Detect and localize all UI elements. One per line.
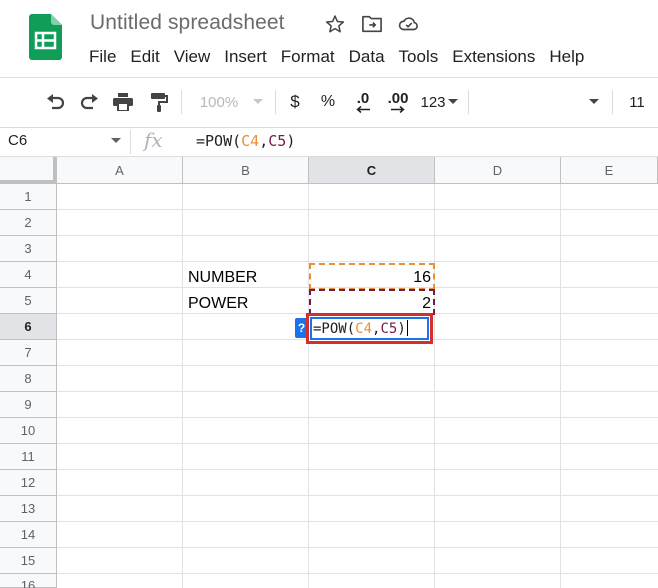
more-formats-button[interactable]: 123 bbox=[418, 90, 448, 114]
menu-tools[interactable]: Tools bbox=[392, 46, 446, 70]
row-header-4[interactable]: 4 bbox=[0, 262, 57, 288]
row-header-7[interactable]: 7 bbox=[0, 340, 57, 366]
menu-format[interactable]: Format bbox=[274, 46, 342, 70]
row-header-12[interactable]: 12 bbox=[0, 470, 57, 496]
document-title[interactable]: Untitled spreadsheet bbox=[90, 11, 285, 35]
menu-bar: File Edit View Insert Format Data Tools … bbox=[88, 46, 591, 70]
name-box[interactable]: C6 bbox=[8, 132, 27, 149]
redo-icon[interactable] bbox=[77, 90, 103, 114]
zoom-dropdown-icon[interactable] bbox=[251, 90, 265, 114]
menu-extensions[interactable]: Extensions bbox=[445, 46, 542, 70]
row-header-2[interactable]: 2 bbox=[0, 210, 57, 236]
star-icon[interactable] bbox=[323, 12, 347, 36]
spreadsheet-grid[interactable]: A B C D E 1 2 3 4 5 6 7 8 9 10 11 12 13 … bbox=[0, 157, 658, 588]
paint-format-icon[interactable] bbox=[146, 90, 172, 114]
column-header-a[interactable]: A bbox=[57, 157, 183, 184]
decrease-decimal-button[interactable]: .0 bbox=[350, 90, 376, 114]
move-to-folder-icon[interactable] bbox=[360, 12, 384, 36]
formula-bar: C6 fx =POW(C4,C5) bbox=[0, 128, 658, 156]
menu-file[interactable]: File bbox=[88, 46, 123, 70]
row-header-5[interactable]: 5 bbox=[0, 288, 57, 314]
print-icon[interactable] bbox=[110, 90, 136, 114]
menu-help[interactable]: Help bbox=[542, 46, 591, 70]
row-header-14[interactable]: 14 bbox=[0, 522, 57, 548]
row-header-13[interactable]: 13 bbox=[0, 496, 57, 522]
row-header-10[interactable]: 10 bbox=[0, 418, 57, 444]
formula-ref-c4: C4 bbox=[241, 132, 260, 150]
more-formats-dropdown-icon[interactable] bbox=[447, 90, 459, 114]
cell-editor-text[interactable]: =POW(C4,C5) bbox=[313, 320, 408, 337]
zoom-select[interactable]: 100% bbox=[198, 90, 240, 114]
menu-edit[interactable]: Edit bbox=[123, 46, 166, 70]
percent-format-button[interactable]: % bbox=[318, 90, 338, 114]
row-header-9[interactable]: 9 bbox=[0, 392, 57, 418]
formula-input[interactable]: =POW(C4,C5) bbox=[196, 132, 295, 150]
font-size-input[interactable]: 11 bbox=[624, 90, 650, 114]
row-header-11[interactable]: 11 bbox=[0, 444, 57, 470]
cell-c4[interactable]: 16 bbox=[309, 269, 431, 287]
menu-data[interactable]: Data bbox=[342, 46, 392, 70]
row-header-6[interactable]: 6 bbox=[0, 314, 57, 340]
arrow-left-icon bbox=[356, 106, 370, 113]
sheets-logo[interactable] bbox=[29, 14, 62, 60]
active-cell-c6[interactable]: =POW(C4,C5) bbox=[306, 313, 433, 344]
row-header-8[interactable]: 8 bbox=[0, 366, 57, 392]
cloud-status-icon[interactable] bbox=[397, 12, 421, 36]
font-dropdown-icon[interactable] bbox=[586, 90, 602, 114]
select-all-corner[interactable] bbox=[0, 157, 57, 184]
increase-decimal-button[interactable]: .00 bbox=[384, 90, 412, 114]
toolbar: 100% $ % .0 .00 123 11 bbox=[0, 78, 658, 126]
formula-ref-c5: C5 bbox=[268, 132, 287, 150]
arrow-right-icon bbox=[391, 106, 405, 113]
row-header-16[interactable]: 16 bbox=[0, 574, 57, 588]
row-header-3[interactable]: 3 bbox=[0, 236, 57, 262]
cell-c5[interactable]: 2 bbox=[309, 295, 431, 313]
row-header-15[interactable]: 15 bbox=[0, 548, 57, 574]
name-box-dropdown-icon[interactable] bbox=[111, 138, 121, 143]
column-header-b[interactable]: B bbox=[183, 157, 309, 184]
row-header-1[interactable]: 1 bbox=[0, 184, 57, 210]
undo-icon[interactable] bbox=[42, 90, 68, 114]
fx-icon: fx bbox=[144, 128, 163, 152]
cell-b5[interactable]: POWER bbox=[188, 295, 248, 313]
currency-format-button[interactable]: $ bbox=[285, 90, 305, 114]
cell-b4[interactable]: NUMBER bbox=[188, 269, 257, 287]
menu-insert[interactable]: Insert bbox=[217, 46, 274, 70]
menu-view[interactable]: View bbox=[167, 46, 218, 70]
column-header-e[interactable]: E bbox=[561, 157, 658, 184]
column-header-c[interactable]: C bbox=[309, 157, 435, 184]
column-header-d[interactable]: D bbox=[435, 157, 561, 184]
text-caret bbox=[406, 320, 408, 336]
